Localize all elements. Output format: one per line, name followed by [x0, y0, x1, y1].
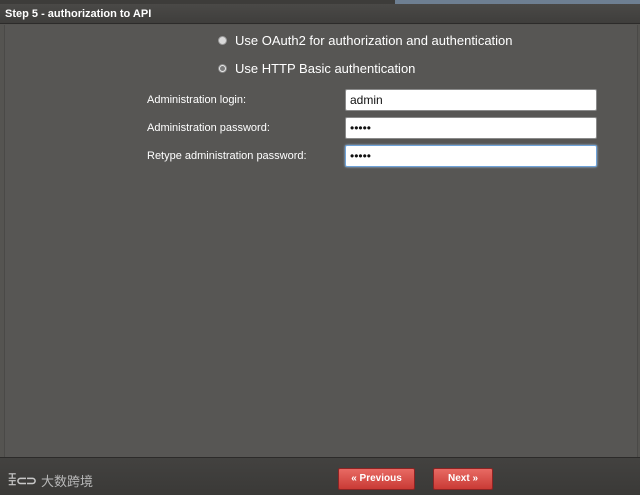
retype-password-input[interactable]: [345, 145, 597, 167]
auth-option-http-basic[interactable]: Use HTTP Basic authentication: [218, 58, 415, 78]
retype-password-label: Retype administration password:: [147, 150, 307, 162]
next-button[interactable]: Next »: [433, 468, 493, 490]
watermark: ꀨ⊂⊃ 大数跨境: [7, 471, 93, 490]
step-content-panel: Use OAuth2 for authorization and authent…: [4, 25, 638, 457]
auth-option-oauth2-label: Use OAuth2 for authorization and authent…: [235, 32, 513, 48]
previous-button[interactable]: « Previous: [338, 468, 415, 490]
auth-option-http-basic-label: Use HTTP Basic authentication: [235, 60, 416, 76]
auth-option-oauth2[interactable]: Use OAuth2 for authorization and authent…: [218, 30, 513, 50]
setup-wizard-window: Step 5 - authorization to API Use OAuth2…: [0, 0, 640, 495]
wizard-footer: ꀨ⊂⊃ 大数跨境 « Previous Next »: [0, 457, 640, 495]
admin-login-input[interactable]: [345, 89, 597, 111]
step-header: Step 5 - authorization to API: [0, 4, 640, 24]
admin-password-input[interactable]: [345, 117, 597, 139]
admin-password-label: Administration password:: [147, 122, 270, 134]
watermark-text: 大数跨境: [40, 474, 93, 489]
admin-login-label: Administration login:: [147, 94, 247, 106]
watermark-logo: ꀨ⊂⊃: [7, 473, 37, 488]
radio-oauth2[interactable]: [218, 35, 227, 45]
radio-http-basic[interactable]: [218, 63, 227, 73]
